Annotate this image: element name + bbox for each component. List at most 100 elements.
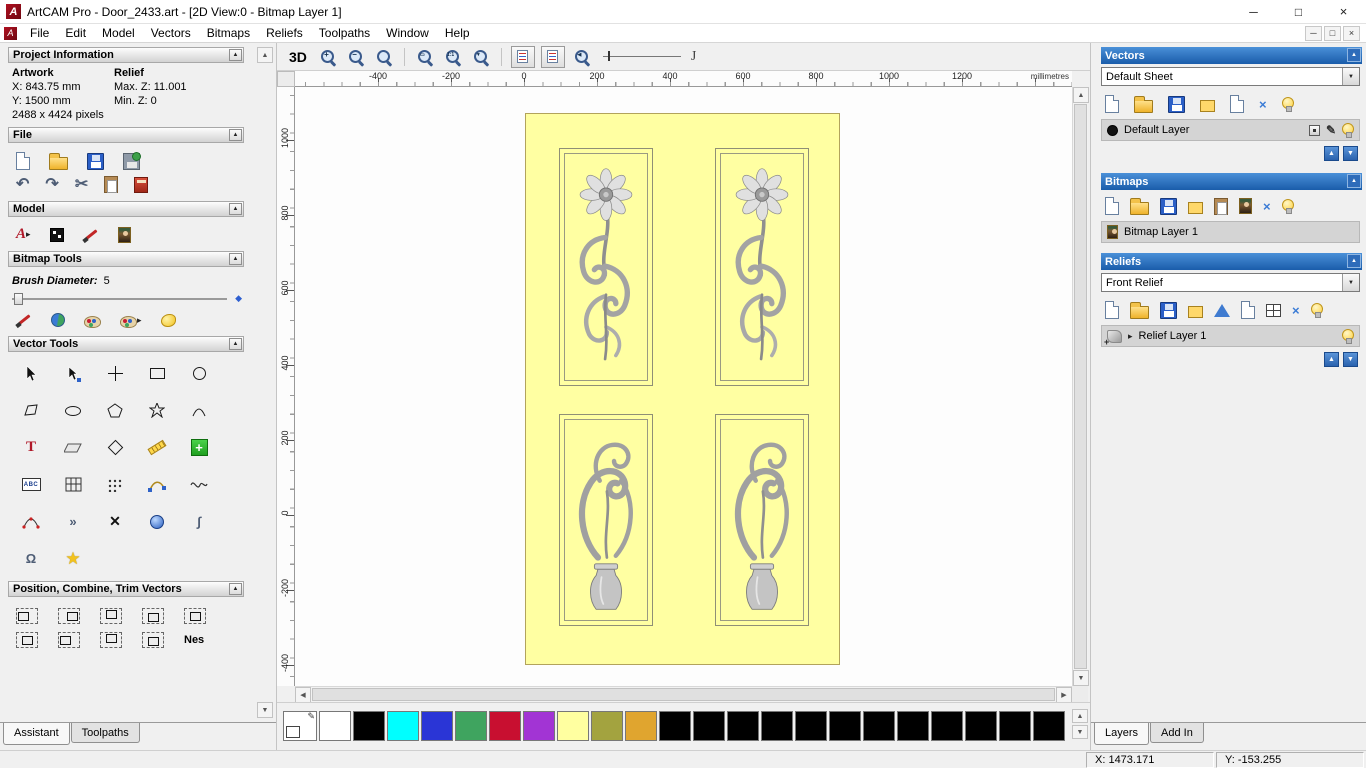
pick-colour-button[interactable] (84, 313, 101, 328)
save-bitmap-layer-button[interactable] (1160, 197, 1177, 215)
create-circle-button[interactable] (178, 355, 220, 392)
centre-in-page-button[interactable] (16, 632, 38, 648)
zoom-out-button[interactable]: − (345, 46, 367, 68)
new-vector-layer-button[interactable] (1105, 95, 1119, 113)
menu-item-bitmaps[interactable]: Bitmaps (199, 24, 258, 42)
block-copy-button[interactable]: + (178, 429, 220, 466)
import-model-button[interactable] (123, 151, 141, 170)
colour-swatch[interactable] (897, 711, 929, 741)
colour-swatch[interactable] (421, 711, 453, 741)
snap-layer-button[interactable] (1308, 124, 1320, 136)
assistant-scrollbar[interactable]: ▲ ▼ (257, 47, 273, 718)
arc-through-points-button[interactable] (10, 503, 52, 540)
create-rectangle-button[interactable] (136, 355, 178, 392)
trim-vectors-button[interactable]: ✕ (94, 503, 136, 540)
colour-swatch[interactable] (863, 711, 895, 741)
node-editing-button[interactable] (52, 355, 94, 392)
join-vectors-button[interactable]: » (52, 503, 94, 540)
layer-visibility-button[interactable] (1342, 123, 1354, 138)
tab-layers[interactable]: Layers (1094, 723, 1150, 745)
primary-secondary-colour-swatch[interactable]: ✎ (283, 711, 317, 741)
transform-vectors-button[interactable] (94, 355, 136, 392)
open-relief-layer-button[interactable] (1130, 301, 1149, 319)
create-polygon-button[interactable] (94, 392, 136, 429)
make-grid-button[interactable] (52, 466, 94, 503)
slider-thumb[interactable] (14, 292, 23, 305)
maximize-button[interactable]: □ (1276, 0, 1321, 23)
scroll-down-button[interactable]: ▼ (257, 702, 273, 718)
move-layer-up-button[interactable]: ▲ (1324, 352, 1339, 367)
colour-swatch[interactable] (727, 711, 759, 741)
paste-button[interactable] (104, 176, 119, 193)
toggle-vector-visibility-button[interactable] (540, 45, 565, 68)
colour-swatch[interactable] (931, 711, 963, 741)
scroll-down-button[interactable]: ▼ (1073, 670, 1089, 686)
zoom-in-button[interactable]: + (317, 46, 339, 68)
delete-bitmap-layer-button[interactable]: × (1263, 199, 1271, 214)
merge-bitmap-layers-button[interactable] (1188, 198, 1208, 214)
move-layer-down-button[interactable]: ▼ (1343, 352, 1358, 367)
colour-swatch[interactable] (659, 711, 691, 741)
toggle-all-bitmaps-visibility-button[interactable] (1281, 199, 1294, 214)
vertical-scroll-thumb[interactable] (1074, 104, 1087, 669)
colour-swatch[interactable] (761, 711, 793, 741)
edit-layer-pencil-button[interactable]: ✎ (1326, 124, 1336, 136)
merge-relief-layers-button[interactable] (1188, 302, 1208, 318)
menu-item-edit[interactable]: Edit (57, 24, 94, 42)
create-ellipse-button[interactable] (52, 392, 94, 429)
move-layer-down-button[interactable]: ▼ (1343, 146, 1358, 161)
toggle-all-vectors-visibility-button[interactable] (1281, 97, 1294, 112)
bitmap-preview-button[interactable] (1239, 198, 1252, 214)
collapse-section-button[interactable]: ▲ (229, 253, 242, 265)
sheet-selector[interactable]: Default Sheet ▼ (1101, 67, 1360, 86)
tab-toolpaths[interactable]: Toolpaths (70, 723, 140, 743)
colour-palette-button[interactable]: ▸ (120, 313, 142, 328)
scroll-left-button[interactable]: ◀ (295, 687, 311, 703)
set-model-size-button[interactable]: A ▸ (16, 226, 31, 243)
new-bitmap-layer-button[interactable] (1105, 197, 1119, 215)
new-relief-layer-button[interactable] (1105, 301, 1119, 319)
menu-item-window[interactable]: Window (378, 24, 437, 42)
toggle-bitmap-visibility-button[interactable] (510, 45, 535, 68)
cut-button[interactable]: ✂ (75, 176, 88, 193)
horizontal-scroll-thumb[interactable] (312, 688, 1055, 701)
relief-grid-button[interactable] (1266, 303, 1281, 317)
create-bezier-button[interactable]: ∫ (178, 503, 220, 540)
calculate-relief-button[interactable] (1214, 303, 1230, 317)
menu-item-model[interactable]: Model (94, 24, 143, 42)
tab-assistant[interactable]: Assistant (3, 723, 70, 745)
vector-layer-row[interactable]: Default Layer ✎ (1101, 119, 1360, 141)
text-block-button[interactable]: ABC (10, 466, 52, 503)
paint-button[interactable] (16, 312, 32, 328)
save-model-button[interactable] (87, 152, 104, 170)
bitmap-layer-row[interactable]: Bitmap Layer 1 (1101, 221, 1360, 243)
layer-colour-swatch[interactable] (1107, 124, 1118, 136)
wrap-text-button[interactable] (52, 429, 94, 466)
expand-layer-arrow[interactable]: ▸ (1128, 331, 1133, 342)
fit-spline-button[interactable] (178, 466, 220, 503)
open-model-button[interactable] (49, 152, 68, 170)
zoom-window-button[interactable]: ▭ (414, 46, 436, 68)
invert-model-button[interactable] (49, 227, 64, 242)
align-centre-button[interactable] (184, 608, 206, 624)
delete-vector-layer-button[interactable]: × (1259, 97, 1267, 112)
paste-along-curve-button[interactable] (94, 466, 136, 503)
colour-swatch[interactable] (591, 711, 623, 741)
create-star-button[interactable] (136, 392, 178, 429)
mdi-minimize-button[interactable]: ─ (1305, 25, 1322, 41)
create-text-button[interactable]: T (10, 429, 52, 466)
colour-swatch[interactable] (455, 711, 487, 741)
view-3d-button[interactable]: 3D (285, 46, 311, 68)
menu-item-reliefs[interactable]: Reliefs (258, 24, 311, 42)
merge-vector-layers-button[interactable] (1200, 96, 1220, 112)
open-vector-layer-button[interactable] (1134, 95, 1153, 113)
save-relief-layer-button[interactable] (1160, 301, 1177, 319)
new-model-button[interactable] (16, 152, 30, 170)
create-diamond-button[interactable] (94, 429, 136, 466)
colour-swatch[interactable] (965, 711, 997, 741)
zoom-scale-button[interactable] (373, 46, 395, 68)
zoom-previous-button[interactable]: ◀ (571, 46, 593, 68)
vertical-scrollbar[interactable]: ▲ ▼ (1072, 87, 1089, 686)
colour-swatch[interactable] (319, 711, 351, 741)
dropdown-arrow-icon[interactable]: ▼ (1342, 68, 1359, 85)
